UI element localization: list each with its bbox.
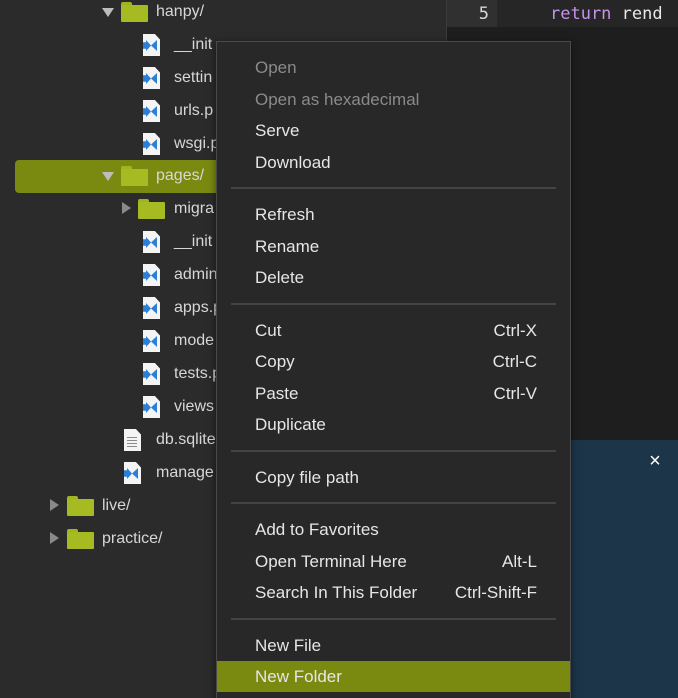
python-file-icon xyxy=(143,67,160,89)
shortcut-label: Ctrl-V xyxy=(493,384,537,403)
python-file-icon xyxy=(143,231,160,253)
folder-icon xyxy=(67,529,94,549)
chevron-right-icon[interactable] xyxy=(50,532,59,544)
menu-item-serve[interactable]: Serve xyxy=(217,115,570,146)
chevron-down-icon[interactable] xyxy=(102,172,114,181)
code-identifier: rend xyxy=(621,4,663,24)
chevron-down-icon[interactable] xyxy=(102,8,114,17)
menu-item-paste[interactable]: Paste Ctrl-V xyxy=(217,378,570,409)
folder-icon xyxy=(138,199,165,219)
text-file-icon xyxy=(124,429,141,451)
menu-item-copy-file-path[interactable]: Copy file path xyxy=(217,462,570,493)
menu-item-new-folder[interactable]: New Folder xyxy=(217,661,570,692)
menu-item-delete[interactable]: Delete xyxy=(217,262,570,293)
chevron-right-icon[interactable] xyxy=(122,202,131,214)
python-file-icon xyxy=(143,100,160,122)
python-file-icon xyxy=(143,133,160,155)
code-line[interactable]: return rend xyxy=(497,0,678,27)
python-file-icon xyxy=(143,396,160,418)
menu-item-cut[interactable]: Cut Ctrl-X xyxy=(217,315,570,346)
python-file-icon xyxy=(143,297,160,319)
menu-item-add-to-favorites[interactable]: Add to Favorites xyxy=(217,514,570,545)
shortcut-label: Ctrl-Shift-F xyxy=(454,583,537,602)
menu-divider xyxy=(231,450,556,452)
folder-icon xyxy=(121,166,148,186)
python-file-icon xyxy=(143,363,160,385)
menu-item-refresh[interactable]: Refresh xyxy=(217,199,570,230)
app-root: hanpy/ __init settin urls.p wsgi.p pages… xyxy=(0,0,678,698)
menu-divider xyxy=(231,618,556,620)
menu-item-search-folder[interactable]: Search In This Folder Ctrl-Shift-F xyxy=(217,577,570,608)
python-file-icon xyxy=(143,34,160,56)
menu-item-download[interactable]: Download xyxy=(217,147,570,178)
folder-icon xyxy=(121,2,148,22)
python-file-icon xyxy=(143,330,160,352)
folder-icon xyxy=(67,496,94,516)
python-file-icon xyxy=(124,462,141,484)
menu-divider xyxy=(231,303,556,305)
menu-item-rename[interactable]: Rename xyxy=(217,231,570,262)
menu-item-open-hex[interactable]: Open as hexadecimal xyxy=(217,84,570,115)
shortcut-label: Ctrl-X xyxy=(493,321,537,340)
shortcut-label: Ctrl-C xyxy=(492,352,537,371)
close-icon[interactable]: × xyxy=(647,451,663,471)
line-number: 5 xyxy=(478,4,489,24)
menu-item-copy[interactable]: Copy Ctrl-C xyxy=(217,346,570,377)
menu-item-open[interactable]: Open xyxy=(217,52,570,83)
menu-item-open-terminal[interactable]: Open Terminal Here Alt-L xyxy=(217,546,570,577)
chevron-right-icon[interactable] xyxy=(50,499,59,511)
tree-row-hanpy[interactable]: hanpy/ xyxy=(0,0,446,29)
menu-divider xyxy=(231,187,556,189)
shortcut-label: Alt-L xyxy=(502,552,537,571)
python-file-icon xyxy=(143,264,160,286)
code-keyword: return xyxy=(550,4,612,24)
menu-item-new-file[interactable]: New File xyxy=(217,630,570,661)
menu-divider xyxy=(231,502,556,504)
menu-item-duplicate[interactable]: Duplicate xyxy=(217,409,570,440)
context-menu: Open Open as hexadecimal Serve Download … xyxy=(216,41,571,698)
